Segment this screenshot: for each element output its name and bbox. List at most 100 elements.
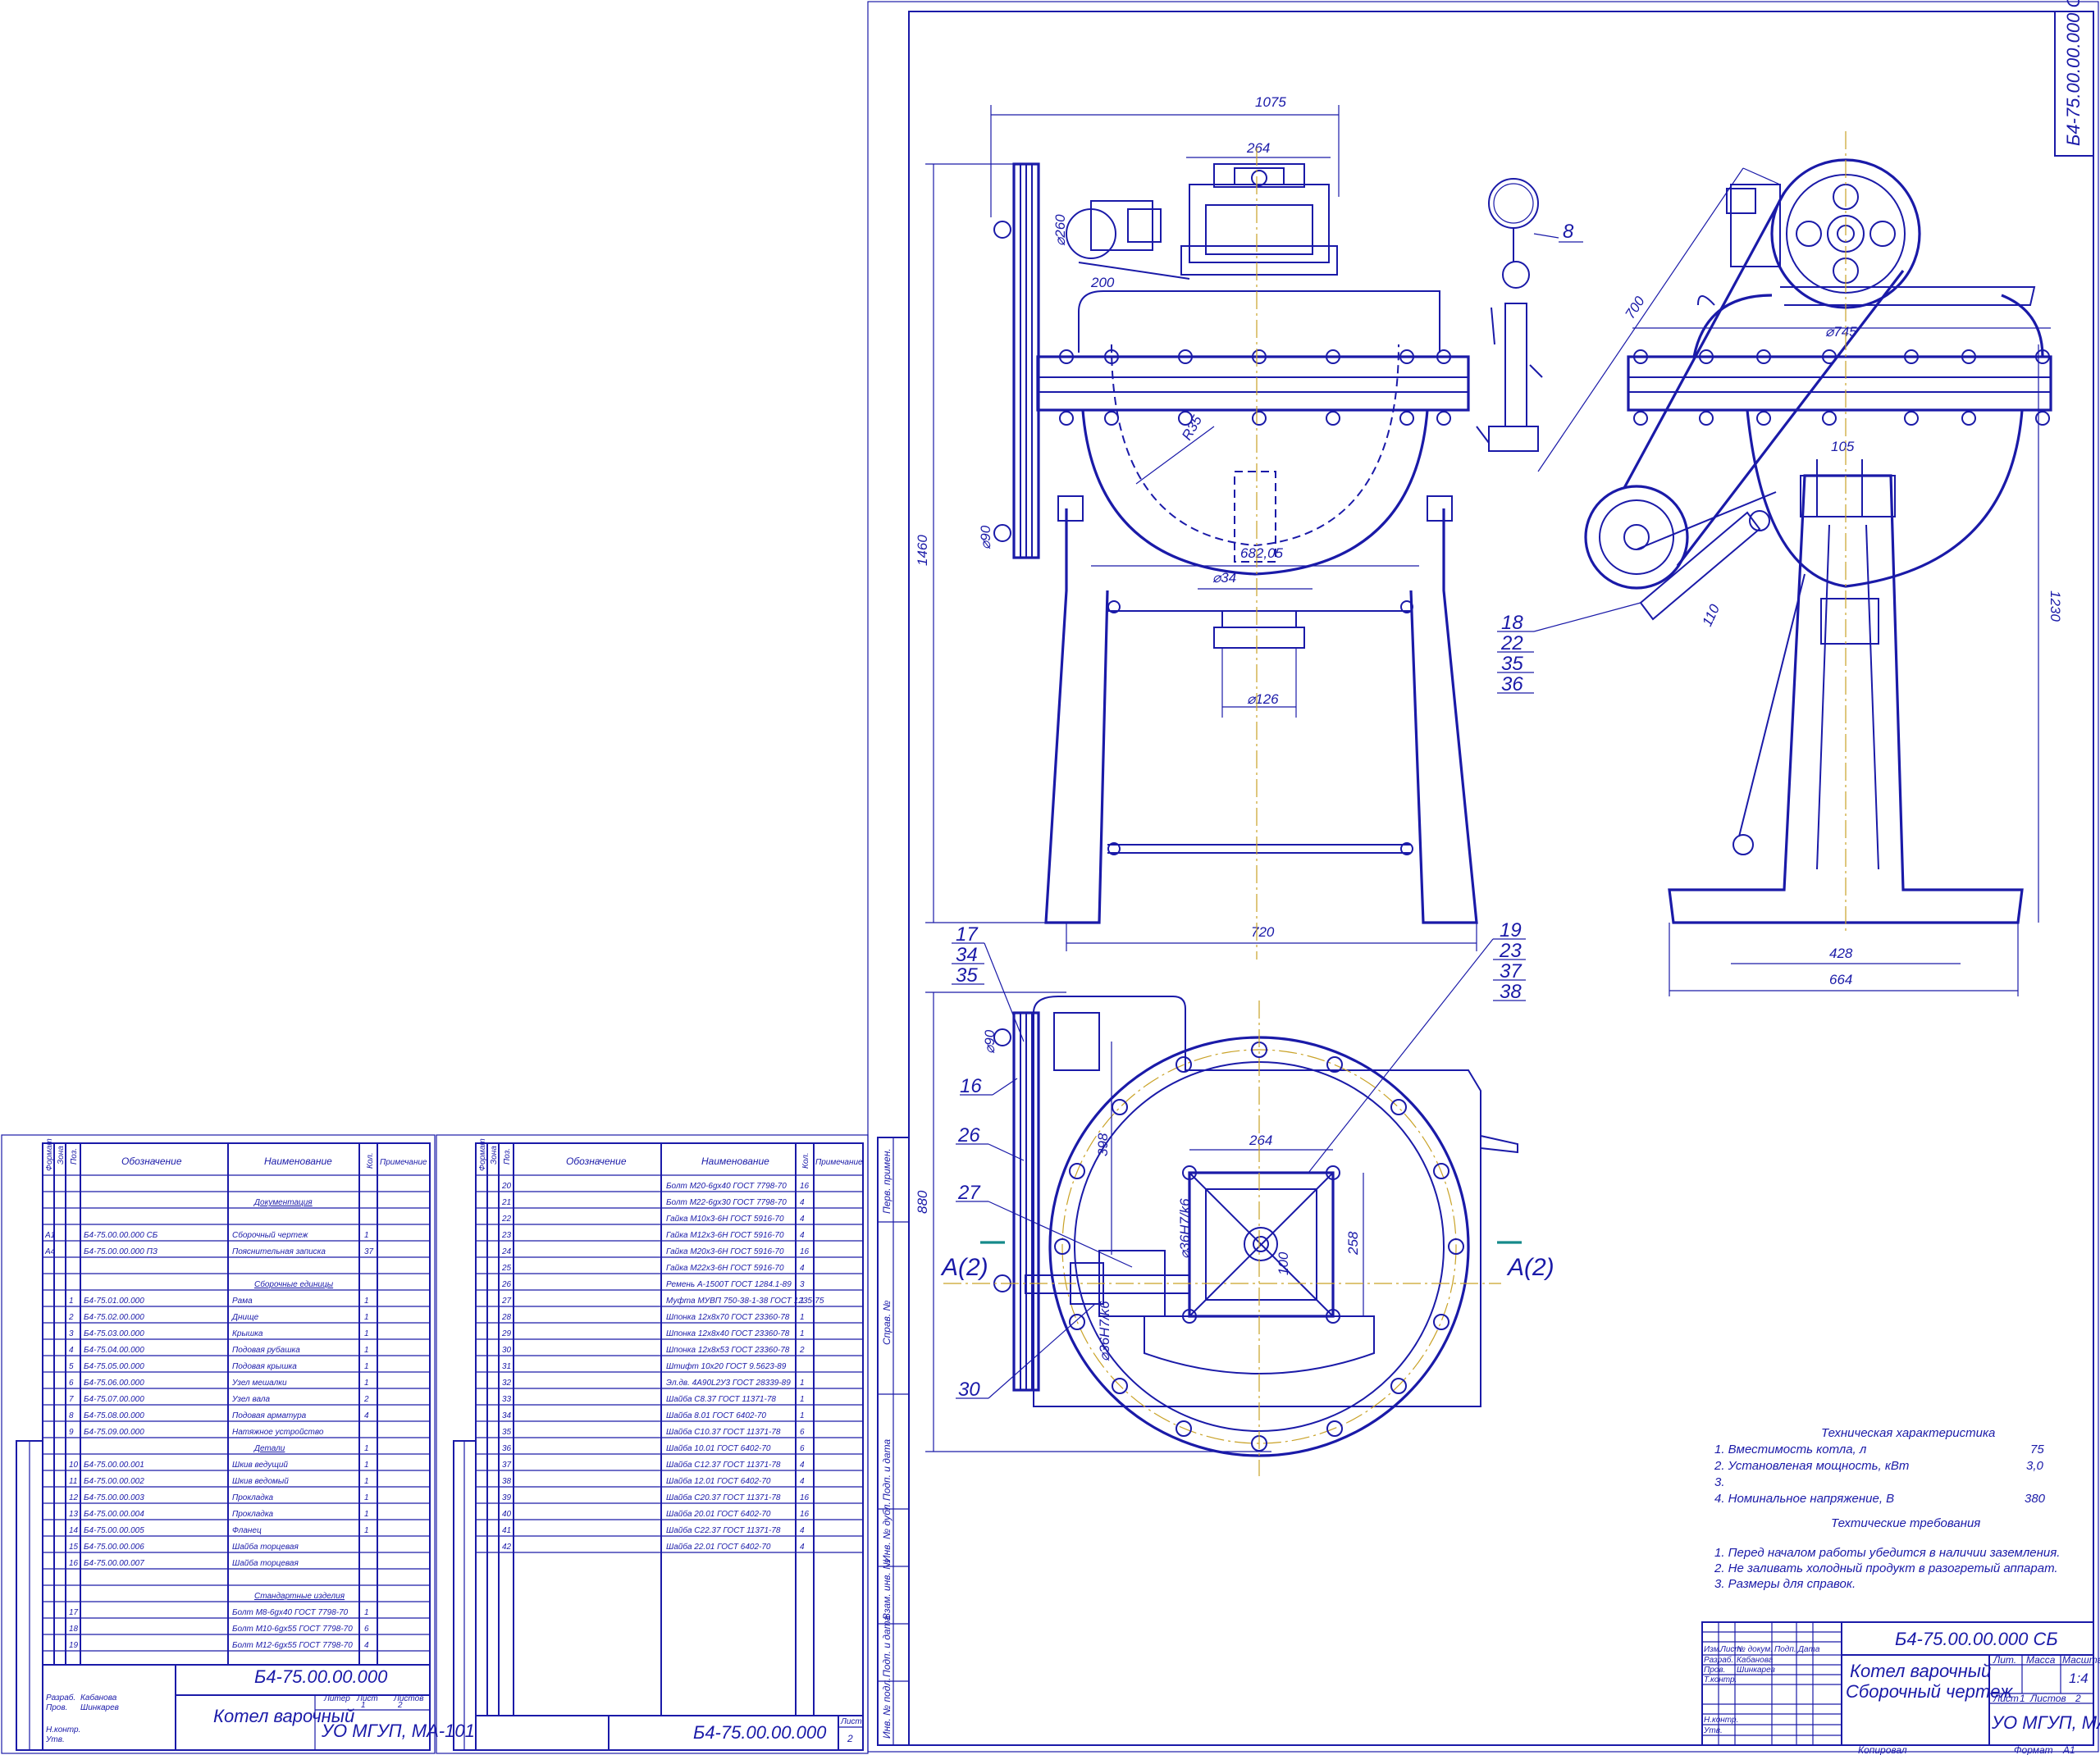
spec1-row-designation: Б4-75.00.00.006: [84, 1543, 144, 1552]
dim-398: 398: [1095, 1133, 1111, 1156]
spec1-row-qty: 37: [364, 1247, 374, 1256]
spec2-row-name: Шайба С8.37 ГОСТ 11371-78: [666, 1394, 776, 1404]
spec1-row-name: Фланец: [232, 1526, 262, 1535]
title-mass-label: Масса: [2026, 1654, 2056, 1666]
spec2-header: Наименование: [701, 1156, 769, 1167]
spec2-row-pos: 37: [502, 1461, 512, 1470]
spec1-row-qty: 1: [364, 1493, 369, 1502]
callout-27: 27: [957, 1182, 981, 1204]
spec2-row-name: Шайба С20.37 ГОСТ 11371-78: [666, 1493, 781, 1502]
spec1-rows: Документация А1 Б4-75.00.00.000 СБ Сборочны…: [43, 1191, 430, 1652]
spec2-row-pos: 33: [502, 1395, 512, 1404]
spec2-row-name: Шайба С22.37 ГОСТ 11371-78: [666, 1525, 781, 1535]
tech-notes: Техническая характеристика 1. Вместимост…: [1714, 1426, 2060, 1591]
spec1-row-name: Подовая рубашка: [232, 1345, 300, 1355]
spec1-row-name: Шайба торцевая: [232, 1542, 299, 1552]
spec1-row-section-heading: Стандартные изделия: [254, 1592, 345, 1601]
section-mark-left: А(2): [940, 1254, 988, 1281]
copy-label: Копировал: [1858, 1744, 1907, 1755]
dim-d34: ⌀34: [1212, 570, 1236, 586]
spec1-row-pos: 15: [69, 1543, 79, 1552]
spec2-row-pos: 20: [501, 1182, 512, 1191]
spec2-row-qty: 4: [800, 1543, 805, 1552]
spec1-row-designation: Б4-75.08.00.000: [84, 1411, 144, 1420]
dim-200: 200: [1090, 275, 1115, 290]
spec2-row-qty: 4: [800, 1215, 805, 1224]
spec2-row-pos: 26: [501, 1280, 512, 1289]
spec2-row-name: Ремень А-1500Т ГОСТ 1284.1-89: [666, 1280, 792, 1289]
spec2-row-name: Шайба 20.01 ГОСТ 6402-70: [666, 1509, 771, 1519]
spec2-row-qty: 1: [800, 1379, 805, 1388]
spec-sheet-1: Формат Зона Поз. Обозначение Наименовани…: [1, 1134, 475, 1754]
spec-header: Примечание: [380, 1158, 427, 1167]
spec1-row-name: Подовая крышка: [232, 1362, 297, 1371]
title-role-header: № докум.: [1737, 1645, 1773, 1654]
spec2-row-pos: 31: [502, 1362, 511, 1371]
callout-34: 34: [956, 944, 978, 966]
spec-header: Формат: [45, 1138, 54, 1171]
title-sheets-value: 2: [2075, 1693, 2081, 1704]
spec2-rows: 20 Болт М20-6gх40 ГОСТ 7798-70 1621 Болт М2…: [476, 1182, 863, 1553]
tech-row: 3.: [1714, 1475, 1725, 1489]
title-line2: Сборочный чертеж: [1846, 1681, 2013, 1702]
tech-row: 2. Установленая мощность, кВт: [1714, 1459, 1909, 1473]
title-sheet-label: Лист: [1993, 1693, 2019, 1704]
spec1-sheets-value: 2: [397, 1701, 403, 1710]
spec2-row-qty: 4: [800, 1264, 805, 1273]
spec1-sheet-value: 1: [361, 1701, 366, 1710]
spec2-row-qty: 4: [800, 1477, 805, 1486]
plan-view: 264 258 100 ⌀36H7/k6 ⌀36H7/k6 ⌀90 398 88…: [915, 919, 1554, 1476]
spec2-row-pos: 41: [502, 1526, 511, 1535]
spec2-row-qty: 1: [800, 1395, 805, 1404]
spec1-row-name: Болт М10-6gх55 ГОСТ 7798-70: [232, 1625, 353, 1634]
spec2-row-qty: 1: [800, 1297, 805, 1306]
spec1-person-role: Утв.: [45, 1735, 65, 1744]
spec1-row-name: Прокладка: [232, 1493, 274, 1502]
spec2-sheet-label: Лист: [840, 1717, 862, 1726]
stamp-text: Справ. №: [881, 1300, 892, 1345]
spec1-row-qty: 1: [364, 1526, 369, 1535]
dim-264-plan: 264: [1249, 1133, 1272, 1148]
spec1-row-qty: 1: [364, 1297, 369, 1306]
spec1-row-pos: 19: [69, 1641, 79, 1650]
spec2-header: Обозначение: [566, 1156, 627, 1167]
spec2-row-name: Гайка М20х3-6Н ГОСТ 5916-70: [666, 1247, 784, 1256]
spec2-row-qty: 16: [800, 1182, 810, 1191]
dim-110: 110: [1699, 602, 1723, 629]
callout-23: 23: [1499, 940, 1522, 962]
spec2-row-name: Шайба 10.01 ГОСТ 6402-70: [666, 1443, 771, 1453]
spec1-row-designation: Б4-75.04.00.000: [84, 1346, 144, 1355]
fit-h7k6-top: ⌀36H7/k6: [1177, 1198, 1193, 1259]
spec1-row-pos: 1: [69, 1297, 74, 1306]
spec-header: Кол.: [366, 1152, 375, 1169]
spec1-person-role: Разраб.: [46, 1693, 75, 1703]
spec2-row-name: Шпонка 12х8х53 ГОСТ 23360-78: [666, 1346, 790, 1355]
spec1-row-pos: 13: [69, 1510, 79, 1519]
title-person-role: Т.контр.: [1704, 1675, 1737, 1684]
stamp-text: Перв. примен.: [881, 1148, 892, 1214]
spec2-row-name: Эл.дв. 4А90L2У3 ГОСТ 28339-89: [666, 1379, 791, 1388]
spec2-sheet-value: 2: [847, 1733, 853, 1744]
spec1-row-name: Узел вала: [231, 1395, 271, 1404]
spec1-row-designation: Б4-75.00.00.007: [84, 1559, 144, 1568]
title-sheet-value: 1: [2020, 1693, 2025, 1704]
spec1-row-name: Шкив ведущий: [232, 1461, 288, 1470]
spec1-row-qty: 4: [364, 1641, 369, 1650]
spec1-row-qty: 1: [364, 1313, 369, 1322]
spec2-row-name: Шпонка 12х8х70 ГОСТ 23360-78: [666, 1313, 790, 1322]
spec1-row-designation: Б4-75.00.00.004: [84, 1510, 144, 1519]
title-scale-label: Масштаб: [2062, 1654, 2100, 1666]
spec2-row-pos: 40: [502, 1510, 512, 1519]
callout-22: 22: [1500, 632, 1523, 654]
callout-18: 18: [1501, 612, 1523, 634]
spec2-row-pos: 35: [502, 1428, 512, 1437]
spec2-row-pos: 25: [501, 1264, 512, 1273]
spec2-row-qty: 1: [800, 1411, 805, 1420]
spec1-sheet-label: Лист: [356, 1694, 378, 1703]
spec1-row-pos: 8: [69, 1411, 74, 1420]
spec2-row-pos: 39: [502, 1493, 512, 1502]
spec1-row-pos: 3: [69, 1329, 74, 1338]
dim-d90-front: ⌀90: [978, 525, 993, 549]
spec1-row-pos: 7: [69, 1395, 74, 1404]
dim-68205: 682,05: [1240, 545, 1284, 561]
